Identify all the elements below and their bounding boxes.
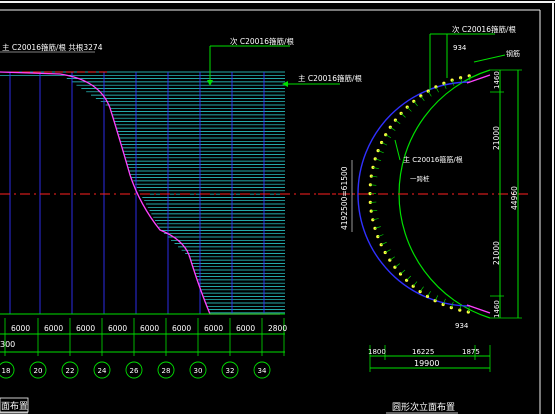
bottom-magenta-seg	[466, 304, 491, 314]
rebar-tick	[395, 119, 401, 125]
bottom-title: 面布置	[1, 400, 28, 412]
dim-1460-top: 1460	[493, 71, 501, 89]
dim-934-bottom: 934	[455, 322, 469, 330]
dim-value: 6000	[44, 324, 63, 333]
rebar-tick	[400, 269, 406, 275]
rebar-tick	[385, 249, 391, 253]
dim-value: 6000	[11, 324, 30, 333]
section-title: 圆形次立面布置	[392, 401, 455, 413]
dim-value: 6000	[140, 324, 159, 333]
sbd-1875: 1875	[462, 348, 480, 356]
dim-value: 6000	[172, 324, 191, 333]
axis-label: 20	[34, 367, 43, 375]
rebar-tick	[406, 275, 412, 281]
dim-value: 6000	[236, 324, 255, 333]
dim-44960: 44960	[510, 186, 519, 210]
rebar-tick	[419, 286, 424, 292]
axis-bubbles: 18 20 22 24 26 28 30 32 34	[0, 361, 271, 379]
inner-callout-text: 主 C20016箍筋/根	[403, 155, 463, 164]
axis-label: 18	[2, 367, 11, 375]
rebar-tick	[394, 263, 400, 268]
inner-callout-leader	[394, 139, 401, 161]
dim-934-top: 934	[453, 44, 467, 52]
rebar-tick	[412, 281, 418, 287]
dim-1460-bottom: 1460	[493, 300, 501, 318]
axis-label: 34	[258, 367, 267, 375]
rebar-tick	[420, 95, 425, 101]
sbd-total: 19900	[414, 359, 439, 368]
dim-21000-top: 21000	[492, 126, 501, 150]
callout-right-text: 主 C20016箍筋/根	[298, 73, 363, 83]
rebar-tick	[413, 101, 418, 107]
rebar-callout-text: 钢筋	[506, 49, 520, 58]
rebar-dot	[384, 133, 388, 137]
axis-label: 22	[66, 367, 75, 375]
axis-label: 24	[98, 367, 107, 375]
dim-21000-bottom: 21000	[492, 241, 501, 265]
inner-callout-text-2: 一跨桩	[410, 174, 430, 183]
axis-label: 32	[226, 367, 235, 375]
dimension-texts: 6000 6000 6000 6000 6000 6000 6000 6000 2800	[11, 324, 287, 333]
top-label: 主 C20016箍筋/根 共根3274	[2, 42, 103, 52]
rebar-tick	[385, 134, 392, 138]
dim-value: 2800	[268, 324, 287, 333]
left-partial-dim: 300	[0, 340, 15, 349]
rebar-tick	[406, 106, 412, 112]
rebar-tick	[434, 295, 439, 301]
horizontal-rebar-lines	[0, 71, 285, 314]
sbd-16225: 16225	[412, 348, 434, 356]
callout-section-text: 次 C20016箍筋/根	[452, 24, 517, 34]
axis-label: 30	[194, 367, 203, 375]
rebar-tick	[389, 256, 395, 261]
rebar-callout-leader	[473, 54, 506, 63]
rebar-tick	[427, 291, 431, 297]
dim-value: 6000	[76, 324, 95, 333]
axis-label: 28	[162, 367, 171, 375]
sbd-1800: 1800	[368, 348, 386, 356]
axis-label: 26	[130, 367, 139, 375]
left-elevation: 6000 6000 6000 6000 6000 6000 6000 6000 2800 300…	[0, 36, 363, 414]
dim-value: 6000	[204, 324, 223, 333]
rebar-tick	[400, 113, 406, 118]
radius-label: 4192500=61500	[340, 166, 349, 230]
rebar-tick	[390, 126, 396, 131]
cad-drawing-canvas: 6000 6000 6000 6000 6000 6000 6000 6000 2800 300…	[0, 1, 555, 414]
callout-top-text: 次 C20016箍筋/根	[230, 36, 295, 46]
rebar-tick	[427, 90, 432, 97]
dim-value: 6000	[108, 324, 127, 333]
